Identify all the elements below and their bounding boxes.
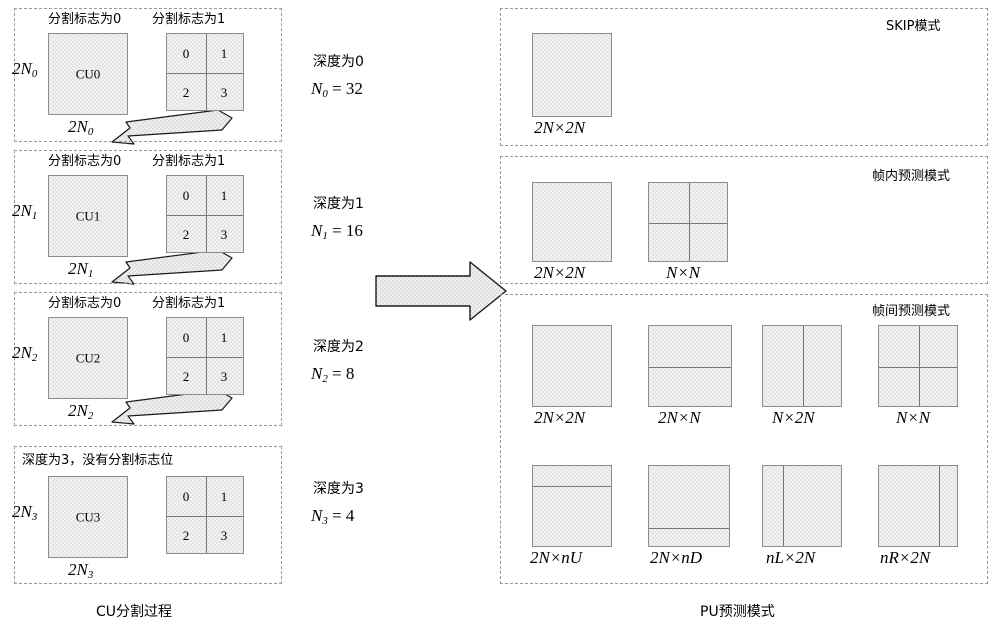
cu-block-1: CU1 (48, 175, 128, 257)
cu-height-label-1: 2N1 (12, 201, 38, 223)
split-flag0-label-2: 分割标志为0 (48, 296, 122, 311)
cu-block-label-0: CU0 (75, 66, 101, 82)
pu-block-inter-nLx2N (762, 465, 842, 547)
pu-label-inter-Nx2N: N×2N (772, 408, 815, 427)
split-line-left-quarter (783, 466, 784, 546)
pu-block-inter-NxN (878, 325, 958, 407)
depth-text-0: 深度为0 (313, 54, 364, 70)
depth-n-1: N1 = 16 (311, 221, 363, 243)
split-line-vertical (803, 326, 804, 406)
split-flag1-label-2: 分割标志为1 (152, 296, 226, 311)
pu-block-skip-2Nx2N (532, 33, 612, 117)
pu-label-inter-2NxnU: 2N×nU (530, 548, 583, 567)
pu-block-inter-Nx2N (762, 325, 842, 407)
quad-cell-2-3: 3 (220, 369, 228, 384)
cu-block-label-2: CU2 (75, 350, 101, 366)
pu-label-inter-2NxN: 2N×N (658, 408, 701, 427)
split-flag1-label-0: 分割标志为1 (152, 12, 226, 27)
cu-quad-block-2: 0 1 2 3 (166, 317, 244, 395)
pu-label-skip-2Nx2N: 2N×2N (534, 118, 586, 137)
pu-label-inter-2Nx2N: 2N×2N (534, 408, 586, 427)
figure-root: 分割标志为0 分割标志为1 CU0 2N0 2N0 0 1 2 3 分割标志为0… (0, 0, 1000, 632)
pu-block-inter-2NxnD (648, 465, 730, 547)
depth3-no-flag-note: 深度为3，没有分割标志位 (22, 453, 174, 468)
quad-cell-2-1: 1 (220, 330, 228, 345)
split-line-lower-quarter (649, 528, 729, 529)
cu-height-label-0: 2N0 (12, 59, 38, 81)
cu-width-label-3: 2N3 (68, 560, 94, 582)
cu-height-label-3: 2N3 (12, 502, 38, 524)
depth-text-3: 深度为3 (313, 481, 364, 497)
quad-cell-3-1: 1 (220, 489, 228, 504)
depth-n-0: N0 = 32 (311, 79, 363, 101)
quad-cell-0-1: 1 (220, 46, 228, 61)
depth-n-2: N2 = 8 (311, 364, 355, 386)
pu-label-inter-2NxnD: 2N×nD (650, 548, 703, 567)
depth-text-2: 深度为2 (313, 339, 364, 355)
cu-quad-block-1: 0 1 2 3 (166, 175, 244, 253)
quad-cell-3-3: 3 (220, 528, 228, 543)
cu-block-label-3: CU3 (75, 509, 101, 525)
split-flag0-label-0: 分割标志为0 (48, 12, 122, 27)
cu-block-label-1: CU1 (75, 208, 101, 224)
cu-quad-block-0: 0 1 2 3 (166, 33, 244, 111)
pu-block-intra-2Nx2N (532, 182, 612, 262)
pu-inter-title: 帧间预测模式 (872, 304, 951, 319)
cu-width-label-1: 2N1 (68, 259, 94, 281)
cu-block-2: CU2 (48, 317, 128, 399)
quad-cell-1-3: 3 (220, 227, 228, 242)
cu-quad-block-3: 0 1 2 3 (166, 476, 244, 554)
split-line-horizontal (649, 367, 731, 368)
cu-to-pu-arrow (375, 261, 507, 321)
split-line-upper-quarter (533, 486, 611, 487)
pu-block-inter-nRx2N (878, 465, 958, 547)
right-caption: PU预测模式 (700, 604, 775, 620)
pu-label-inter-nRx2N: nR×2N (880, 548, 931, 567)
split-flag1-label-1: 分割标志为1 (152, 154, 226, 169)
quad-cell-1-1: 1 (220, 188, 228, 203)
pu-skip-title: SKIP模式 (886, 19, 941, 34)
cu-width-label-0: 2N0 (68, 117, 94, 139)
pu-label-inter-nLx2N: nL×2N (766, 548, 816, 567)
pu-block-inter-2Nx2N (532, 325, 612, 407)
cu-block-0: CU0 (48, 33, 128, 115)
depth-text-1: 深度为1 (313, 196, 364, 212)
pu-label-intra-2Nx2N: 2N×2N (534, 263, 586, 282)
cu-width-label-2: 2N2 (68, 401, 94, 423)
split-flag0-label-1: 分割标志为0 (48, 154, 122, 169)
quad-cell-0-3: 3 (220, 85, 228, 100)
cu-height-label-2: 2N2 (12, 343, 38, 365)
pu-label-inter-NxN: N×N (896, 408, 931, 427)
pu-label-intra-NxN: N×N (666, 263, 701, 282)
left-caption: CU分割过程 (96, 604, 173, 620)
depth-n-3: N3 = 4 (311, 506, 355, 528)
pu-block-inter-2NxN (648, 325, 732, 407)
pu-block-inter-2NxnU (532, 465, 612, 547)
pu-intra-title: 帧内预测模式 (872, 169, 951, 184)
pu-block-intra-NxN (648, 182, 728, 262)
split-line-right-quarter (939, 466, 940, 546)
cu-block-3: CU3 (48, 476, 128, 558)
